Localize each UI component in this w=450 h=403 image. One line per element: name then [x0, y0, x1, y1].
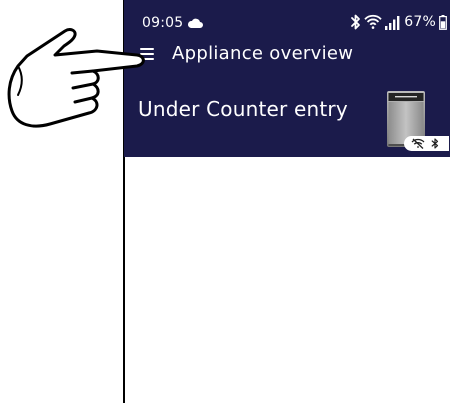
appliance-name: Under Counter entry	[138, 97, 348, 121]
cloud-icon	[187, 18, 203, 28]
wifi-off-icon	[411, 138, 425, 149]
appliance-card[interactable]: Under Counter entry	[124, 85, 450, 157]
pointing-hand-icon	[7, 28, 145, 128]
status-bar: 09:05 67%	[124, 0, 450, 34]
app-header: 09:05 67% Appliance overview Under Count…	[124, 0, 450, 157]
wifi-icon	[364, 14, 382, 29]
battery-icon	[439, 14, 447, 30]
signal-icon	[385, 15, 400, 30]
bluetooth-icon	[351, 14, 361, 30]
battery-percentage: 67%	[404, 14, 436, 30]
connection-status-badge	[404, 136, 449, 151]
bluetooth-icon	[431, 138, 439, 149]
top-bar: Appliance overview	[124, 39, 450, 73]
page-title: Appliance overview	[172, 43, 354, 64]
status-time: 09:05	[142, 15, 184, 31]
status-indicators: 67%	[350, 14, 447, 30]
